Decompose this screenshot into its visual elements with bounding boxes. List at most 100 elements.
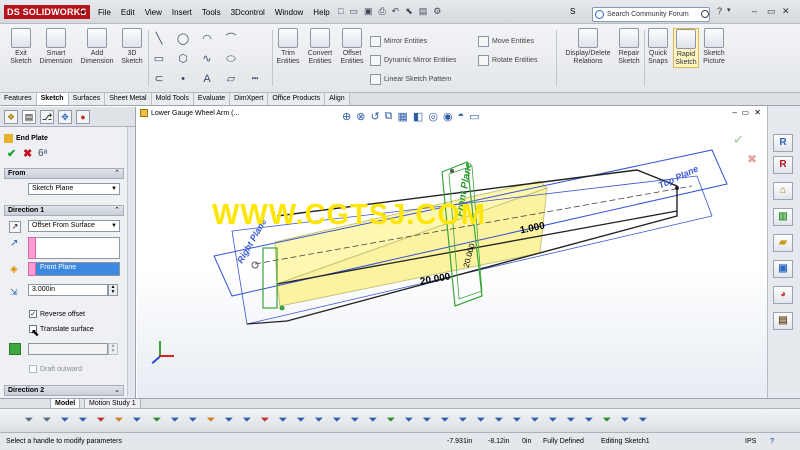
tab-office-products[interactable]: Office Products [268,93,326,105]
arc-icon[interactable]: ◠ [198,32,216,46]
reverse-offset-checkbox[interactable]: ✓ Reverse offset [29,310,85,318]
select-filter-icon[interactable]: ⏷ [40,413,54,427]
options-icon[interactable]: ⚙ [433,6,441,17]
restore-icon[interactable]: ▭ [767,6,776,17]
display-tab-icon[interactable]: ● [76,110,90,124]
mirror-entities-button[interactable]: Mirror Entities [370,36,427,47]
tab-sketch[interactable]: Sketch [36,93,69,105]
centerline-icon[interactable]: ┅ [246,72,264,86]
new-document-icon[interactable]: □ [338,6,343,17]
resources-icon[interactable]: R [773,134,793,152]
from-dropdown[interactable]: Sketch Plane ▼ [28,183,120,195]
filter-icon[interactable]: ⏷ [528,413,542,427]
point-icon[interactable]: • [174,72,192,86]
file-explorer-icon[interactable]: ▰ [773,234,793,252]
menu-help[interactable]: Help [308,8,334,17]
sketch-picture-button[interactable]: Sketch Picture [701,28,727,66]
filter-icon[interactable]: ⏷ [258,413,272,427]
reference-selection-box[interactable]: Front Plane [28,262,120,276]
line-icon[interactable]: ╲ [150,32,168,46]
end-condition-dropdown[interactable]: Offset From Surface ▼ [28,220,120,232]
custom-properties-icon[interactable]: ▤ [773,312,793,330]
convert-entities-button[interactable]: Convert Entities [304,28,336,66]
filter-icon[interactable]: ⏷ [366,413,380,427]
magnifier-icon[interactable] [701,10,709,18]
filter-icon[interactable]: ⏷ [22,413,36,427]
rotate-entities-button[interactable]: Rotate Entities [478,55,538,66]
view-palette-icon[interactable]: ▣ [773,260,793,278]
filter-icon[interactable]: ⏷ [384,413,398,427]
rapid-sketch-button[interactable]: Rapid Sketch [673,28,699,68]
preview-icon[interactable]: 6ᵃ [38,148,47,159]
select-icon[interactable]: ⬉ [405,6,413,17]
trim-entities-button[interactable]: Trim Entities [274,28,302,66]
filter-icon[interactable]: ⏷ [636,413,650,427]
text-icon[interactable]: A [198,72,216,86]
direction2-section-header[interactable]: Direction 2 ⌄ [4,385,124,396]
draft-outward-checkbox[interactable]: Draft outward [29,365,82,373]
filter-icon[interactable]: ⏷ [312,413,326,427]
filter-icon[interactable]: ⏷ [438,413,452,427]
offset-entities-button[interactable]: Offset Entities [338,28,366,66]
filter-icon[interactable]: ⏷ [420,413,434,427]
filter-icon[interactable]: ⏷ [204,413,218,427]
menu-window[interactable]: Window [270,8,308,17]
tab-mold-tools[interactable]: Mold Tools [151,93,194,105]
tab-evaluate[interactable]: Evaluate [193,93,231,105]
depth-input[interactable]: 3.000in [28,284,108,296]
filter-icon[interactable]: ⏷ [600,413,614,427]
tab-surfaces[interactable]: Surfaces [68,93,106,105]
filter-icon[interactable]: ⏷ [240,413,254,427]
filter-icon[interactable]: ⏷ [348,413,362,427]
direction-selection-box[interactable] [28,237,120,259]
circle-icon[interactable]: ◯ [174,32,192,46]
filter-icon[interactable]: ⏷ [618,413,632,427]
minimize-icon[interactable]: – [752,6,757,16]
feature-tree-tab-icon[interactable]: ❖ [4,110,18,124]
display-delete-relations-button[interactable]: Display/Delete Relations [560,28,616,66]
repair-sketch-button[interactable]: Repair Sketch [616,28,642,66]
open-icon[interactable]: ▭ [349,6,358,17]
draft-angle-input[interactable] [28,343,108,355]
polygon-icon[interactable]: ⬡ [174,52,192,66]
smart-dimension-button[interactable]: Smart Dimension [38,28,74,66]
menu-edit[interactable]: Edit [116,8,140,17]
filter-icon[interactable]: ⏷ [492,413,506,427]
home-icon[interactable]: ⌂ [773,182,793,200]
filter-icon[interactable]: ⏷ [222,413,236,427]
direction1-section-header[interactable]: Direction 1 ⌃ [4,205,124,216]
print-icon[interactable]: ⎙ [378,6,385,17]
spline-icon[interactable]: ∿ [198,52,216,66]
filter-icon[interactable]: ⏷ [150,413,164,427]
filter-icon[interactable]: ⏷ [94,413,108,427]
save-icon[interactable]: ▣ [364,6,373,17]
tab-sheet-metal[interactable]: Sheet Metal [105,93,152,105]
filter-icon[interactable]: ⏷ [58,413,72,427]
filter-icon[interactable]: ⏷ [546,413,560,427]
filter-icon[interactable]: ⏷ [76,413,90,427]
appearances-icon[interactable]: ◕ [773,286,793,304]
dimxpert-tab-icon[interactable]: ✥ [58,110,72,124]
status-help-icon[interactable]: ? [770,433,774,450]
ellipse-icon[interactable]: ⬭ [222,52,240,66]
help-dropdown-icon[interactable]: ▾ [727,6,731,14]
logo-dropdown-icon[interactable]: ▸ [82,8,86,16]
rectangle-icon[interactable]: ▭ [150,52,168,66]
menu-insert[interactable]: Insert [167,8,197,17]
dynamic-mirror-button[interactable]: Dynamic Mirror Entities [370,55,456,66]
slot-icon[interactable]: ⊂ [150,72,168,86]
3d-sketch-button[interactable]: 3D Sketch [118,28,146,66]
help-icon[interactable]: ? [717,6,722,16]
filter-icon[interactable]: ⏷ [582,413,596,427]
filter-icon[interactable]: ⏷ [130,413,144,427]
menu-file[interactable]: File [93,8,116,17]
exit-sketch-button[interactable]: Exit Sketch [6,28,36,66]
tab-dimxpert[interactable]: DimXpert [230,93,269,105]
undo-icon[interactable]: ↶ [392,6,400,17]
filter-icon[interactable]: ⏷ [186,413,200,427]
cancel-icon[interactable]: ✖ [23,147,32,160]
linear-pattern-button[interactable]: Linear Sketch Pattern [370,74,451,85]
filter-icon[interactable]: ⏷ [112,413,126,427]
menu-3dcontrol[interactable]: 3Dcontrol [226,8,270,17]
draft-spinner[interactable]: ▲ ▼ [108,343,118,355]
